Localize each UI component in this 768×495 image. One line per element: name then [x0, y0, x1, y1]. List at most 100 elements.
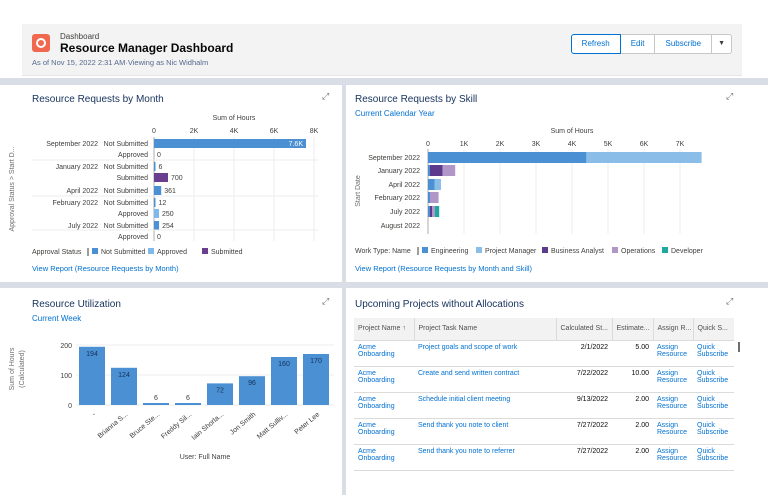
legend-swatch — [542, 247, 548, 253]
data-label: 0 — [157, 234, 161, 241]
expand-icon[interactable]: ⤢ — [726, 91, 733, 102]
date-label: April 2022 — [66, 188, 98, 195]
legend-title: Approval Status — [32, 249, 82, 256]
dashboard-logo-icon — [32, 34, 50, 52]
panel-title: Resource Requests by Skill — [355, 94, 478, 105]
sort-arrow-icon: ↑ — [402, 325, 406, 333]
edit-button[interactable]: Edit — [620, 34, 656, 54]
view-report-link[interactable]: View Report (Resource Requests by Month) — [32, 264, 179, 273]
legend-label: Submitted — [211, 249, 243, 256]
panel-subtitle: Current Calendar Year — [355, 109, 435, 118]
chevron-down-icon[interactable]: ▼ — [712, 34, 732, 54]
category-label: January 2022 — [378, 168, 421, 175]
legend-label: Approved — [157, 249, 187, 256]
category-label: February 2022 — [374, 195, 420, 202]
bar — [154, 162, 156, 171]
assign-resource-link[interactable]: Assign Resource — [653, 340, 693, 367]
assign-resource-link[interactable]: Assign Resource — [653, 366, 693, 393]
data-label: 254 — [162, 223, 174, 230]
column-header-project-name[interactable]: Project Name ↑ — [354, 318, 415, 341]
assign-resource-link[interactable]: Assign Resource — [653, 392, 693, 419]
estimate-hours: 5.00 — [612, 340, 653, 367]
category-label: April 2022 — [388, 182, 420, 189]
project-name-link[interactable]: Acme Onboarding — [354, 392, 414, 419]
data-label: 7.6K — [289, 141, 304, 148]
x-tick-label: 4K — [568, 141, 577, 148]
panel-resource-utilization: Resource Utilization Current Week ⤢ Sum … — [0, 288, 342, 495]
estimate-hours: 2.00 — [612, 392, 653, 419]
bar — [143, 403, 169, 405]
task-name-link[interactable]: Project goals and scope of work — [414, 340, 556, 367]
task-name-link[interactable]: Schedule initial client meeting — [414, 392, 556, 419]
legend-label: Operations — [621, 248, 656, 255]
x-axis-label: User: Full Name — [180, 454, 231, 461]
bar — [175, 403, 201, 405]
y-axis-label: Approval Status > Start D... — [9, 146, 16, 231]
assign-resource-link[interactable]: Assign Resource — [653, 418, 693, 445]
start-date: 7/22/2022 — [556, 366, 612, 393]
expand-icon[interactable]: ⤢ — [322, 296, 329, 307]
expand-icon[interactable]: ⤢ — [726, 296, 733, 307]
quick-subscribe-link[interactable]: Quick Subscribe — [693, 340, 734, 367]
y-tick-label: 200 — [60, 343, 72, 350]
assign-resource-link[interactable]: Assign Resource — [653, 444, 693, 471]
category-label: Jon Smith — [229, 411, 257, 436]
legend-swatch — [92, 248, 98, 254]
date-label: September 2022 — [46, 141, 98, 148]
status-label: Submitted — [116, 175, 148, 182]
task-name-link[interactable]: Send thank you note to client — [414, 418, 556, 445]
category-label: Iain Shorla... — [191, 411, 226, 442]
estimate-hours: 10.00 — [612, 366, 653, 393]
column-header-estimate[interactable]: Estimate... — [612, 318, 654, 341]
task-name-link[interactable]: Send thank you note to referrer — [414, 444, 556, 471]
status-label: Not Submitted — [104, 141, 148, 148]
bar-segment — [428, 179, 435, 190]
column-header-start[interactable]: Calculated St... — [556, 318, 613, 341]
project-name-link[interactable]: Acme Onboarding — [354, 340, 414, 367]
quick-subscribe-link[interactable]: Quick Subscribe — [693, 366, 734, 393]
bar-segment — [434, 179, 441, 190]
legend-swatch — [612, 247, 618, 253]
quick-subscribe-link[interactable]: Quick Subscribe — [693, 392, 734, 419]
projects-table-container[interactable]: Project Name ↑ Project Task Name Calcula… — [354, 318, 734, 495]
view-report-link[interactable]: View Report (Resource Requests by Month … — [355, 264, 532, 273]
task-name-link[interactable]: Create and send written contract — [414, 366, 556, 393]
column-header-assign[interactable]: Assign R... — [653, 318, 694, 341]
data-label: 124 — [118, 372, 130, 379]
table-scrollbar[interactable] — [738, 342, 740, 352]
expand-icon[interactable]: ⤢ — [322, 91, 329, 102]
column-header-task-name[interactable]: Project Task Name — [414, 318, 557, 341]
status-label: Not Submitted — [104, 200, 148, 207]
refresh-button[interactable]: Refresh — [570, 34, 621, 54]
header-breadcrumb: Dashboard — [60, 32, 100, 41]
dashboard-header: Dashboard Resource Manager Dashboard As … — [22, 24, 742, 76]
legend-swatch — [476, 247, 482, 253]
panel-title: Resource Utilization — [32, 299, 121, 310]
header-button-group: Refresh Edit Subscribe ▼ — [570, 34, 732, 54]
bar-segment — [428, 192, 430, 203]
status-label: Approved — [118, 234, 148, 241]
date-label: January 2022 — [56, 164, 99, 171]
column-header-quick[interactable]: Quick S... — [693, 318, 734, 341]
bar — [154, 221, 160, 230]
bar-segment — [428, 206, 430, 217]
project-name-link[interactable]: Acme Onboarding — [354, 366, 414, 393]
subscribe-button[interactable]: Subscribe — [655, 34, 713, 54]
project-name-link[interactable]: Acme Onboarding — [354, 444, 414, 471]
category-label: July 2022 — [390, 209, 420, 216]
data-label: 361 — [164, 188, 176, 195]
quick-subscribe-link[interactable]: Quick Subscribe — [693, 444, 734, 471]
data-label: 96 — [248, 380, 256, 387]
bar — [154, 198, 156, 207]
bar-segment — [430, 192, 439, 203]
legend-label: Project Manager — [485, 248, 537, 255]
panel-resource-requests-by-month: Resource Requests by Month ⤢ Sum of Hour… — [0, 85, 342, 282]
bar-segment — [430, 165, 443, 176]
bar-segment — [434, 206, 440, 217]
project-name-link[interactable]: Acme Onboarding — [354, 418, 414, 445]
start-date: 9/13/2022 — [556, 392, 612, 419]
data-label: 12 — [159, 200, 167, 207]
legend-label: Developer — [671, 248, 704, 255]
quick-subscribe-link[interactable]: Quick Subscribe — [693, 418, 734, 445]
legend-label: Not Submitted — [101, 249, 145, 256]
